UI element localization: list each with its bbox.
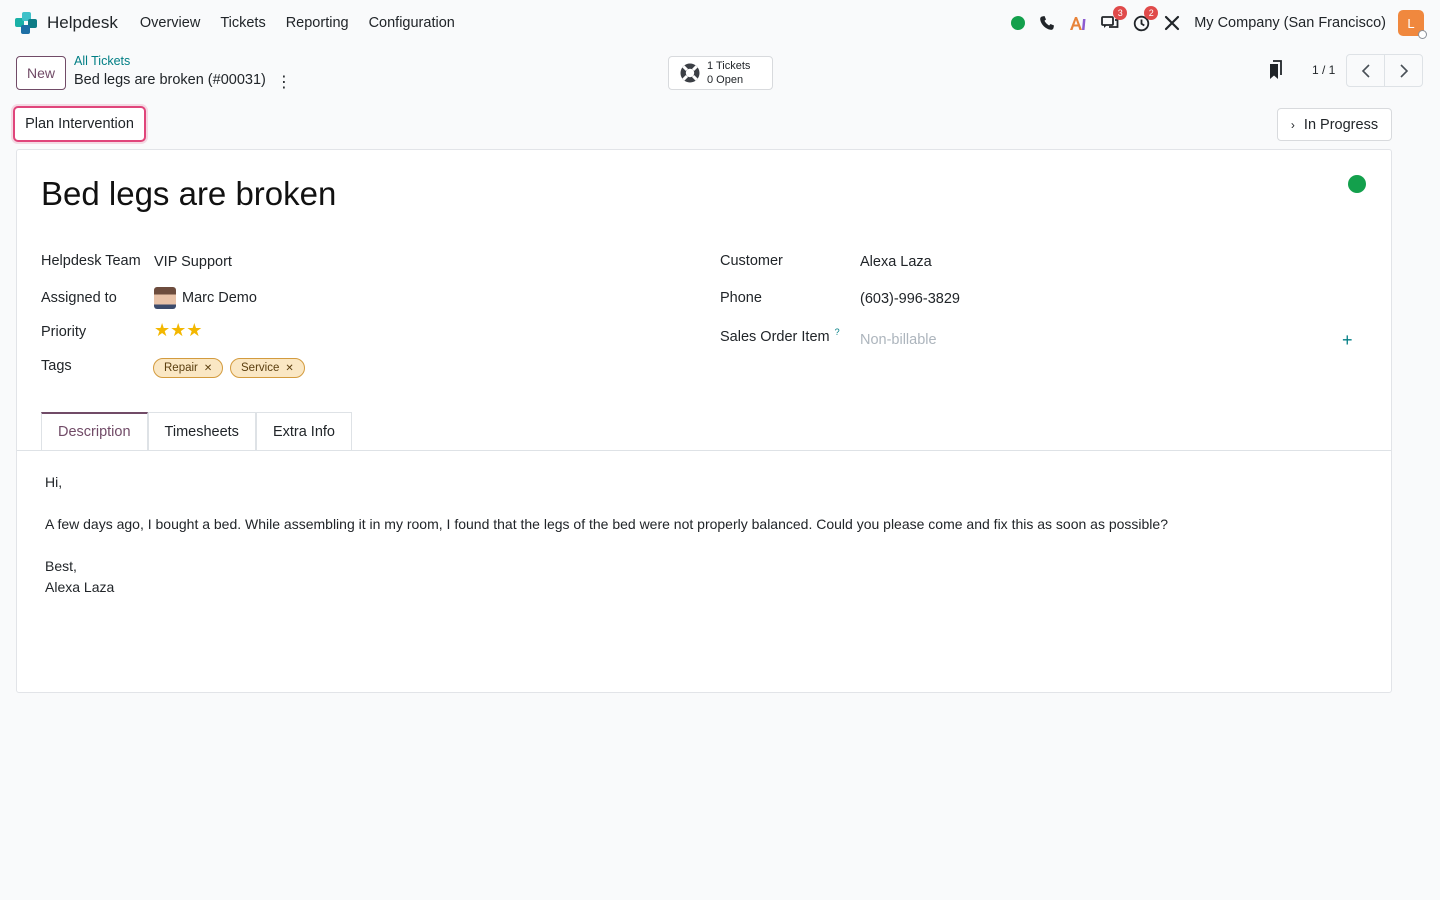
breadcrumb-current-record: Bed legs are broken (#00031): [74, 72, 266, 88]
lifebuoy-icon: [680, 63, 700, 83]
user-status-icon: [1418, 30, 1427, 39]
remove-tag-icon[interactable]: ✕: [204, 363, 212, 374]
form-sheet: Bed legs are broken Helpdesk Team VIP Su…: [16, 149, 1392, 693]
description-closing: Best,: [45, 558, 77, 574]
app-name: Helpdesk: [47, 13, 118, 32]
sales-order-item-input[interactable]: Non-billable: [860, 332, 937, 348]
helpdesk-team-label: Helpdesk Team: [41, 253, 141, 269]
systray: 3 2 My Company (San Francisco) L: [997, 0, 1427, 46]
helpdesk-logo-icon: [15, 12, 37, 34]
description-signature: Alexa Laza: [45, 579, 115, 595]
menu-configuration[interactable]: Configuration: [369, 15, 455, 31]
stat-tickets-count: 1 Tickets: [707, 60, 751, 72]
user-avatar-menu[interactable]: L: [1398, 10, 1427, 39]
ai-icon[interactable]: [1069, 15, 1087, 31]
notebook-tabs: Description Timesheets Extra Info: [41, 412, 352, 450]
star-icon[interactable]: ★: [186, 321, 202, 339]
activities-count-badge: 2: [1144, 5, 1159, 20]
priority-stars[interactable]: ★ ★ ★: [154, 321, 202, 339]
star-icon[interactable]: ★: [154, 321, 170, 339]
customer-tickets-smart-button[interactable]: 1 Tickets 0 Open: [668, 56, 773, 90]
help-tooltip-icon[interactable]: ?: [835, 327, 840, 337]
company-switcher[interactable]: My Company (San Francisco): [1194, 15, 1386, 31]
assigned-to-field[interactable]: Marc Demo: [154, 287, 257, 309]
tag-label: Service: [241, 362, 280, 374]
app-brand[interactable]: Helpdesk: [15, 12, 140, 34]
assigned-to-label: Assigned to: [41, 290, 117, 306]
user-avatar-initial: L: [1407, 15, 1415, 31]
tag-repair: Repair ✕: [153, 358, 224, 378]
sales-order-item-text: Sales Order Item: [720, 328, 830, 345]
description-editor[interactable]: Hi, A few days ago, I bought a bed. Whil…: [45, 472, 1168, 598]
top-navbar: Helpdesk Overview Tickets Reporting Conf…: [0, 0, 1440, 46]
tags-label: Tags: [41, 358, 72, 374]
pager-next-button[interactable]: [1384, 54, 1423, 87]
presence-dot-icon[interactable]: [1011, 16, 1026, 30]
activity-clock-icon[interactable]: 2: [1133, 5, 1159, 32]
add-sales-order-item-plus-icon[interactable]: +: [1342, 330, 1353, 351]
menu-reporting[interactable]: Reporting: [286, 15, 349, 31]
pager-value[interactable]: 1 / 1: [1312, 63, 1335, 77]
kanban-state-dot[interactable]: [1348, 175, 1366, 193]
tab-description[interactable]: Description: [41, 412, 148, 450]
menu-overview[interactable]: Overview: [140, 15, 200, 31]
priority-label: Priority: [41, 324, 87, 340]
assignee-name: Marc Demo: [182, 289, 257, 306]
pager-previous-button[interactable]: [1346, 54, 1385, 87]
description-body: A few days ago, I bought a bed. While as…: [45, 516, 1168, 532]
remove-tag-icon[interactable]: ✕: [285, 363, 293, 374]
tab-extra-info[interactable]: Extra Info: [255, 412, 352, 450]
sales-order-item-label: Sales Order Item?: [720, 327, 840, 345]
helpdesk-team-field[interactable]: VIP Support: [154, 254, 232, 270]
assignee-avatar: [154, 287, 176, 309]
ticket-title[interactable]: Bed legs are broken: [41, 175, 336, 213]
tag-label: Repair: [164, 362, 198, 374]
bookmark-icon[interactable]: [1267, 60, 1283, 85]
stage-in-progress-button[interactable]: › In Progress: [1277, 108, 1392, 141]
star-icon[interactable]: ★: [170, 321, 186, 339]
record-actions-kebab-icon[interactable]: ⋮: [276, 72, 292, 92]
phone-label: Phone: [720, 290, 762, 306]
breadcrumb-all-tickets[interactable]: All Tickets: [74, 54, 130, 68]
messages-icon[interactable]: 3: [1101, 6, 1128, 31]
plan-intervention-button[interactable]: Plan Intervention: [13, 106, 146, 142]
stat-open-count: 0 Open: [707, 74, 744, 86]
customer-label: Customer: [720, 253, 783, 269]
menu-tickets[interactable]: Tickets: [220, 15, 265, 31]
phone-field[interactable]: (603)-996-3829: [860, 291, 960, 307]
tag-service: Service ✕: [230, 358, 305, 378]
new-button[interactable]: New: [16, 56, 66, 90]
stage-label: In Progress: [1303, 116, 1379, 133]
chevron-right-icon: [1399, 63, 1408, 78]
tab-divider: [17, 450, 1391, 451]
messages-count-badge: 3: [1113, 6, 1128, 20]
chevron-left-icon: [1361, 63, 1370, 78]
chevron-right-icon: ›: [1290, 117, 1295, 132]
tools-icon[interactable]: [1164, 15, 1180, 31]
description-greeting: Hi,: [45, 474, 63, 490]
phone-icon[interactable]: [1039, 15, 1055, 31]
customer-field[interactable]: Alexa Laza: [860, 254, 932, 270]
tab-timesheets[interactable]: Timesheets: [147, 412, 256, 450]
